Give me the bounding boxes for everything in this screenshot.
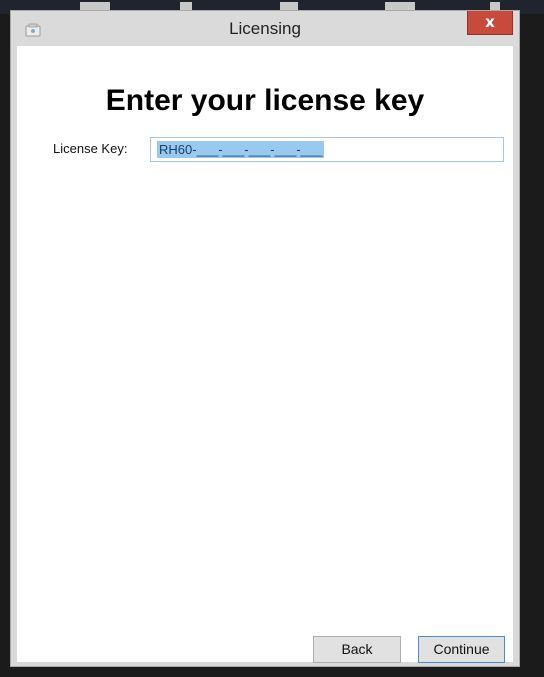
window-title: Licensing <box>229 19 301 38</box>
license-key-label: License Key: <box>53 141 128 156</box>
license-key-value: RH60-___-___-___-___-___ <box>157 141 325 158</box>
licensing-dialog: Licensing x Enter your license key Licen… <box>10 10 520 667</box>
back-button[interactable]: Back <box>313 636 401 663</box>
page-title: Enter your license key <box>105 84 425 117</box>
license-key-input[interactable]: RH60-___-___-___-___-___ <box>150 137 504 162</box>
close-icon: x <box>485 13 495 31</box>
continue-button[interactable]: Continue <box>418 636 505 663</box>
dialog-content: Enter your license key License Key: RH60… <box>17 46 513 663</box>
close-button[interactable]: x <box>467 11 513 35</box>
title-bar[interactable]: Licensing x <box>11 11 519 46</box>
